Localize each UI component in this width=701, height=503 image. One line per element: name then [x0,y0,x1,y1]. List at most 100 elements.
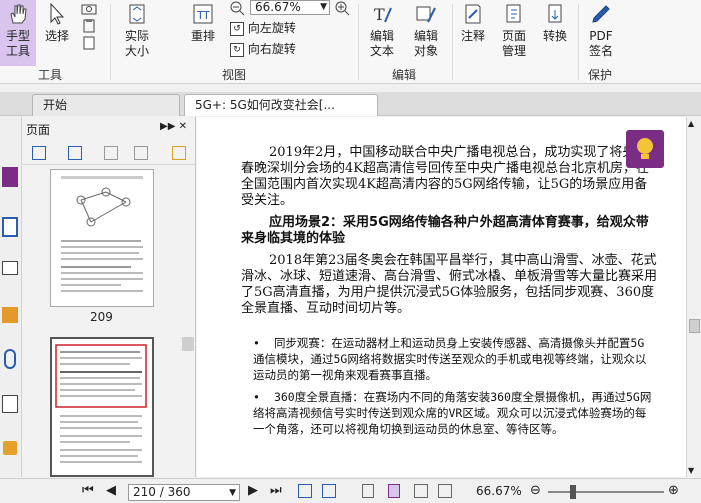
zoom-input[interactable]: 66.67% ▼ [250,0,330,15]
svg-text:T: T [374,5,385,24]
thumbnail-page-number: 209 [90,310,113,324]
edit-text-button[interactable]: T 编辑 文本 [364,2,400,59]
chevron-down-icon[interactable]: ▼ [229,486,236,501]
lightbulb-icon [637,138,653,159]
snapshot-icon[interactable] [80,2,98,16]
page-settings-icon[interactable] [172,146,186,160]
zoom-out-button[interactable] [228,0,246,19]
zoom-slider-track[interactable] [548,491,664,493]
panel-collapse-icon[interactable]: ▶▶ ✕ [160,121,187,132]
panel-title: 页面 [26,123,51,137]
attachment-icon[interactable] [4,349,16,369]
scroll-down-icon[interactable]: ▼ [688,466,694,475]
panel-toolbar [22,141,196,165]
ribbon-toolbar: 手型 工具 选择 实际 大小 TT 重排 66.67% ▼ ↺ 向左旋转 ↻ 向右… [0,0,701,84]
page-thumbnail-209[interactable] [50,169,154,307]
zoom-out-small-icon[interactable]: ⊖ [530,483,541,498]
next-page-icon[interactable]: ▶ [248,483,258,498]
page-thumbnail-210[interactable] [50,337,154,477]
annotate-icon [465,4,481,24]
thumbnail-diagram [61,176,143,292]
actual-size-button[interactable]: 实际 大小 [117,2,157,59]
rotate-right-button[interactable]: ↻ 向右旋转 [230,41,296,57]
reflow-button[interactable]: TT 重排 [185,2,221,44]
separator [578,4,579,80]
select-label: 选择 [44,29,69,43]
hand-tool-button[interactable]: 手型 工具 [1,2,35,59]
zoom-thumb-icon[interactable] [32,146,46,160]
continuous-page-icon[interactable] [388,484,400,498]
page-manage-label: 页面 管理 [501,29,526,58]
separator [358,4,359,80]
svg-text:T: T [202,9,210,22]
zoom-slider-handle[interactable] [570,485,576,499]
go-forward-icon[interactable] [322,484,336,498]
lock-icon[interactable] [3,441,17,455]
page-icon[interactable] [80,36,98,50]
actual-size-label: 实际 大小 [124,29,149,58]
page-number-input[interactable]: 210 / 360 ▼ [128,484,240,501]
paragraph-2: 2018年第23届冬奥会在韩国平昌举行，其中高山滑雪、冰壶、花式滑冰、冰球、短道… [241,253,658,316]
group-label-view: 视图 [222,68,247,82]
zoom-out-icon [230,1,245,16]
facing-page-icon[interactable] [414,484,428,498]
tips-lightbulb-button[interactable] [626,130,664,168]
convert-label: 转换 [542,29,567,43]
single-page-icon[interactable] [362,484,374,498]
insert-page-icon[interactable] [104,146,118,160]
scrollbar-thumb[interactable] [689,319,700,333]
zoom-in-button[interactable] [333,0,351,19]
group-label-protect: 保护 [588,68,613,82]
zoom-level: 66.67% [476,484,522,498]
zoom-value: 66.67% [255,0,301,14]
convert-icon [548,4,562,23]
convert-button[interactable]: 转换 [538,2,572,44]
panel-scrollbar-thumb[interactable] [182,337,194,351]
left-icon-bar [0,117,22,477]
status-bar: ⏮ ◀ 210 / 360 ▼ ▶ ⏭ 66.67% ⊖ ⊕ [0,478,701,503]
bullet-dot: • [253,390,260,404]
page-thumbnail-panel: 页面 ▶▶ ✕ 209 [22,117,196,477]
previous-page-icon[interactable]: ◀ [106,483,116,498]
tab-document[interactable]: 5G+: 5G如何改变社会[... [184,94,378,116]
continuous-facing-icon[interactable] [438,484,452,498]
pdf-sign-button[interactable]: PDF 签名 [582,2,620,59]
bookmark-icon[interactable] [2,217,18,237]
scroll-up-icon[interactable]: ▲ [688,119,694,128]
delete-page-icon[interactable] [134,146,148,160]
select-button[interactable]: 选择 [40,2,74,44]
rotate-left-button[interactable]: ↺ 向左旋转 [230,20,296,36]
edit-object-button[interactable]: 编辑 对象 [405,2,447,59]
reflow-label: 重排 [190,29,215,43]
annotate-label: 注释 [460,29,485,43]
rotate-left-label: 向左旋转 [247,21,296,35]
section-heading: 应用场景2：采用5G网络传输各种户外超高清体育赛事，给观众带来身临其境的体验 [241,215,649,246]
document-vertical-scrollbar[interactable]: ▲ ▼ [686,117,701,477]
annotate-button[interactable]: 注释 [456,2,490,44]
group-label-edit: 编辑 [392,68,417,82]
zoom-in-icon [335,1,350,16]
cursor-icon [50,2,65,25]
document-tab-bar: 开始 5G+: 5G如何改变社会[... [0,92,701,116]
page-indicator: 210 / 360 [133,485,191,499]
last-page-icon[interactable]: ⏭ [270,483,282,498]
bullet-item-2-text: 360度全景直播：在赛场内不同的角落安装360度全景摄像机，再通过5G网络将高清… [253,390,652,436]
clipboard-icon[interactable] [80,19,98,33]
signature-icon[interactable] [2,395,18,413]
comments-icon[interactable] [2,307,18,323]
zoom-thumb-out-icon[interactable] [68,146,82,160]
edit-object-label: 编辑 对象 [413,29,438,58]
go-back-icon[interactable] [298,484,312,498]
page-manage-button[interactable]: 页面 管理 [495,2,533,59]
small-tools-column [80,2,98,53]
tab-start[interactable]: 开始 [32,94,180,116]
thumbnail-text-page [55,344,147,463]
tab-start-label: 开始 [43,98,68,112]
pages-panel-icon[interactable] [2,167,18,187]
pen-icon [592,5,610,23]
first-page-icon[interactable]: ⏮ [82,483,94,498]
rotate-left-icon: ↺ [230,21,244,36]
layers-icon[interactable] [2,261,18,275]
chevron-down-icon[interactable]: ▼ [320,1,327,14]
zoom-in-small-icon[interactable]: ⊕ [668,483,679,498]
